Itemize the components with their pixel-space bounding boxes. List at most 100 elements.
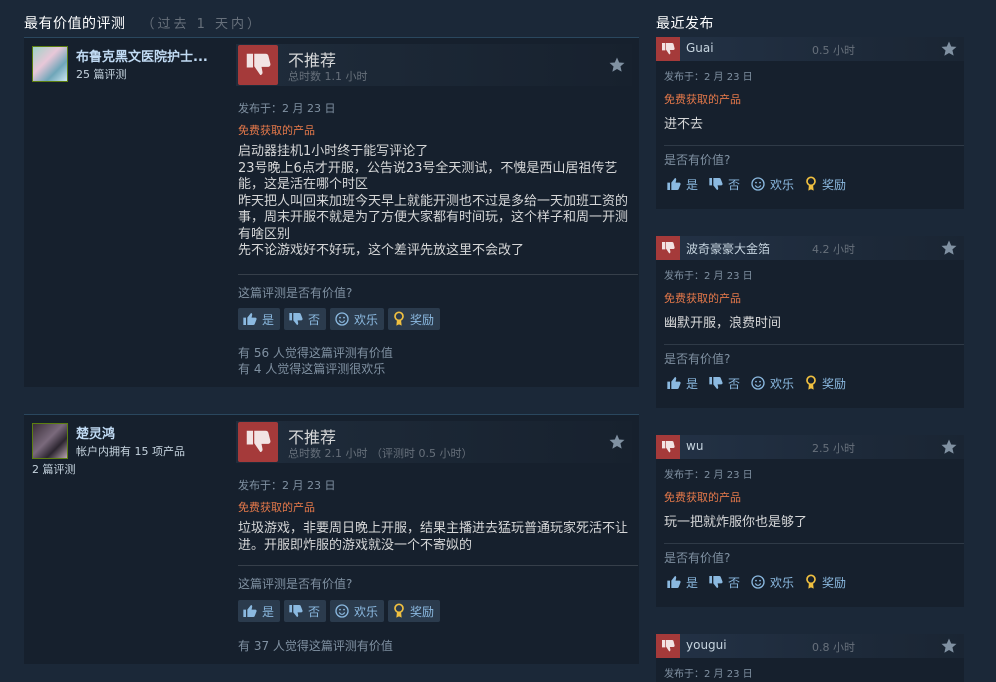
helpful-count: 有 37 人觉得这篇评测有价值	[238, 639, 393, 653]
vote-yes-button[interactable]: 是	[238, 600, 281, 622]
award-star-icon[interactable]	[608, 56, 626, 74]
avatar[interactable]	[32, 423, 68, 459]
vote-buttons: 是 否 欢乐 奖励	[664, 373, 848, 393]
recent-review-card: Guai 0.5 小时 发布于：2 月 23 日 免费获取的产品 进不去 是否有…	[656, 37, 964, 209]
vote-funny-label: 欢乐	[770, 575, 795, 590]
vote-yes-label: 是	[686, 376, 699, 391]
thumbs-down-icon	[709, 576, 723, 588]
avatar[interactable]	[32, 46, 68, 82]
review-line: 垃圾游戏，非要周日晚上开服，结果主播进去猛玩普通玩家死活不让	[238, 521, 629, 536]
author-review-count[interactable]: 25 篇评测	[76, 66, 127, 82]
recent-playtime: 0.8 小时	[812, 641, 855, 654]
award-star-icon[interactable]	[608, 433, 626, 451]
thumbs-down-icon	[709, 377, 723, 389]
vote-no-label: 否	[728, 177, 741, 192]
most-helpful-heading: 最有价值的评测 （过去 1 天内）	[24, 13, 263, 33]
posted-date: 发布于：2 月 23 日	[238, 102, 336, 115]
smiley-icon	[335, 312, 349, 326]
recent-review-text: 进不去	[664, 117, 704, 132]
period-label: （过去 1 天内）	[141, 17, 264, 32]
award-button[interactable]: 奖励	[802, 373, 848, 393]
author-review-count[interactable]: 2 篇评测	[32, 461, 76, 477]
thumbs-up-icon	[243, 313, 257, 325]
review-content: 启动器挂机1小时终于能写评论了 23号晚上6点才开服，公告说23号全天测试，不愧…	[238, 144, 634, 260]
smiley-icon	[751, 575, 765, 589]
vote-funny-button[interactable]: 欢乐	[330, 600, 385, 622]
award-button[interactable]: 奖励	[802, 174, 848, 194]
recent-heading: 最近发布	[656, 16, 714, 32]
vote-funny-button[interactable]: 欢乐	[748, 174, 796, 194]
review-content: 垃圾游戏，非要周日晚上开服，结果主播进去猛玩普通玩家死活不让 进。开服即炸服的游…	[238, 521, 634, 554]
recent-review-text: 玩一把就炸服你也是够了	[664, 515, 808, 530]
vote-no-button[interactable]: 否	[706, 174, 742, 194]
vote-yes-button[interactable]: 是	[664, 174, 700, 194]
vote-no-label: 否	[728, 575, 741, 590]
recent-review-card: wu 2.5 小时 发布于：2 月 23 日 免费获取的产品 玩一把就炸服你也是…	[656, 435, 964, 607]
divider	[238, 565, 638, 566]
recent-author-name[interactable]: 波奇豪豪大金箔	[686, 240, 796, 257]
award-star-icon[interactable]	[940, 239, 958, 257]
award-button[interactable]: 奖励	[388, 308, 441, 330]
vote-buttons: 是 否 欢乐 奖励	[664, 572, 848, 592]
review-card: 楚灵鸿 帐户内拥有 15 项产品 2 篇评测 不推荐 总时数 2.1 小时 （评…	[24, 414, 639, 664]
vote-yes-button[interactable]: 是	[238, 308, 281, 330]
vote-buttons: 是 否 欢乐 奖励	[238, 600, 441, 622]
award-medal-icon	[394, 603, 404, 618]
helpful-count: 有 56 人觉得这篇评测有价值	[238, 346, 393, 360]
vote-funny-button[interactable]: 欢乐	[748, 572, 796, 592]
recent-playtime: 4.2 小时	[812, 243, 855, 256]
recent-review-header[interactable]: 波奇豪豪大金箔 4.2 小时	[656, 236, 964, 260]
thumbs-down-icon	[656, 435, 680, 459]
playtime: 总时数 2.1 小时 （评测时 0.5 小时）	[288, 447, 473, 460]
vote-funny-button[interactable]: 欢乐	[748, 373, 796, 393]
recent-review-header[interactable]: wu 2.5 小时	[656, 435, 964, 459]
recent-author-name[interactable]: wu	[686, 439, 796, 453]
thumbs-up-icon	[667, 576, 681, 588]
author-name[interactable]: 楚灵鸿	[76, 423, 226, 442]
recent-playtime: 0.5 小时	[812, 44, 855, 57]
recent-posted-date: 发布于：2 月 23 日	[664, 669, 753, 680]
review-verdict[interactable]: 不推荐 总时数 2.1 小时 （评测时 0.5 小时）	[236, 421, 632, 463]
vote-buttons: 是 否 欢乐 奖励	[664, 174, 848, 194]
helpful-question: 这篇评测是否有价值?	[238, 577, 353, 591]
vote-yes-button[interactable]: 是	[664, 373, 700, 393]
divider	[238, 274, 638, 275]
recent-review-header[interactable]: Guai 0.5 小时	[656, 37, 964, 61]
award-star-icon[interactable]	[940, 637, 958, 655]
award-label: 奖励	[822, 376, 847, 391]
funny-count: 有 4 人觉得这篇评测很欢乐	[238, 362, 386, 376]
free-product-label: 免费获取的产品	[238, 501, 315, 514]
posted-date: 发布于：2 月 23 日	[238, 479, 336, 492]
award-star-icon[interactable]	[940, 40, 958, 58]
review-line: 进。开服即炸服的游戏就没一个不寄姒的	[238, 537, 473, 553]
award-medal-icon	[806, 375, 816, 390]
vote-no-button[interactable]: 否	[706, 373, 742, 393]
award-medal-icon	[806, 176, 816, 191]
vote-yes-label: 是	[262, 604, 275, 619]
award-label: 奖励	[822, 177, 847, 192]
award-star-icon[interactable]	[940, 438, 958, 456]
vote-yes-button[interactable]: 是	[664, 572, 700, 592]
vote-no-label: 否	[308, 604, 321, 619]
award-button[interactable]: 奖励	[388, 600, 441, 622]
smiley-icon	[751, 177, 765, 191]
most-helpful-title: 最有价值的评测	[24, 16, 126, 32]
recent-author-name[interactable]: Guai	[686, 41, 796, 55]
vote-funny-button[interactable]: 欢乐	[330, 308, 385, 330]
vote-yes-label: 是	[262, 312, 275, 327]
vote-no-button[interactable]: 否	[284, 600, 327, 622]
divider	[664, 145, 964, 146]
recent-author-name[interactable]: yougui	[686, 638, 796, 652]
review-line: 23号晚上6点才开服，公告说23号全天测试，不愧是西山居祖传艺	[238, 160, 618, 176]
author-product-count[interactable]: 帐户内拥有 15 项产品	[76, 443, 185, 459]
recent-review-header[interactable]: yougui 0.8 小时	[656, 634, 964, 658]
recent-posted-date: 发布于：2 月 23 日	[664, 271, 753, 282]
author-name[interactable]: 布鲁克黑文医院护士...	[76, 46, 226, 65]
vote-no-label: 否	[308, 312, 321, 327]
recent-posted-date: 发布于：2 月 23 日	[664, 470, 753, 481]
vote-no-button[interactable]: 否	[284, 308, 327, 330]
helpful-question: 是否有价值?	[664, 352, 731, 366]
review-verdict[interactable]: 不推荐 总时数 1.1 小时	[236, 44, 632, 86]
award-button[interactable]: 奖励	[802, 572, 848, 592]
vote-no-button[interactable]: 否	[706, 572, 742, 592]
